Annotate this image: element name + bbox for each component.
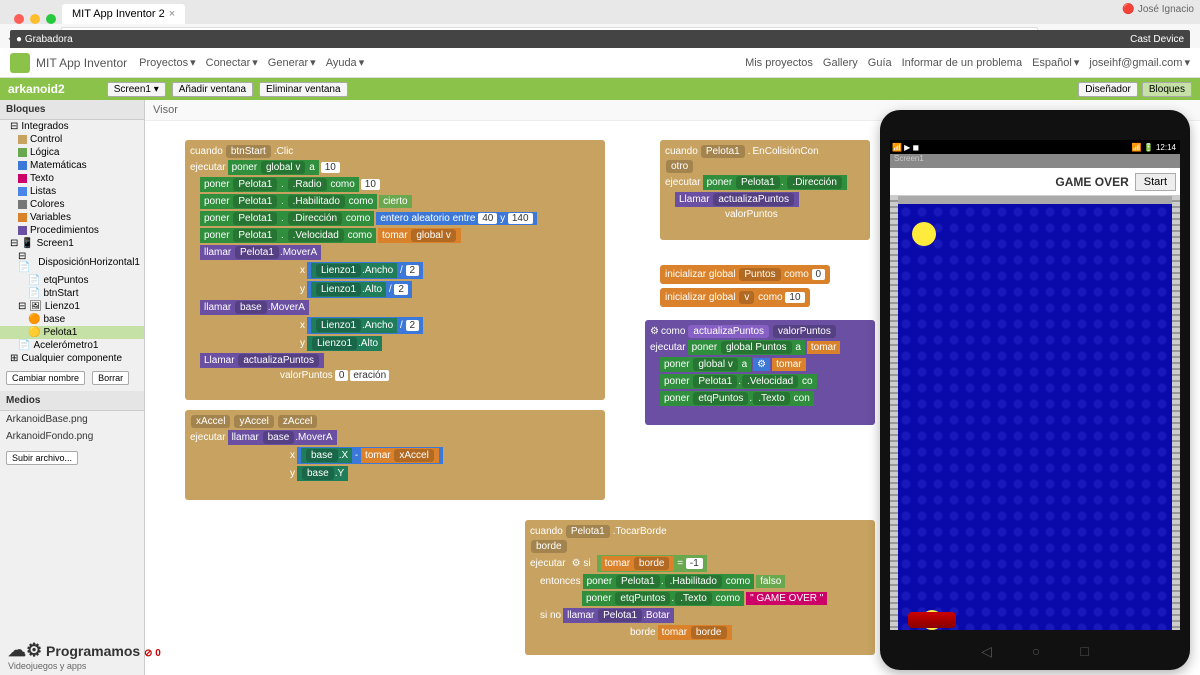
paddle-sprite[interactable] — [908, 612, 956, 628]
tree-screen1[interactable]: ⊟ 📱 Screen1 — [0, 237, 144, 250]
tree-any[interactable]: ⊞ Cualquier componente — [0, 352, 144, 365]
rename-button[interactable]: Cambiar nombre — [6, 371, 85, 385]
media-title: Medios — [0, 391, 144, 411]
blocks-button[interactable]: Bloques — [1142, 82, 1192, 97]
cat-logica[interactable]: Lógica — [0, 146, 144, 159]
sidebar: Bloques ⊟ Integrados Control Lógica Mate… — [0, 100, 145, 675]
menu-generar[interactable]: Generar ▾ — [268, 56, 316, 69]
menu-informar[interactable]: Informar de un problema — [902, 56, 1022, 69]
close-icon[interactable] — [14, 14, 24, 24]
menu-guia[interactable]: Guía — [868, 56, 892, 69]
menu-conectar[interactable]: Conectar ▾ — [206, 56, 258, 69]
game-canvas[interactable] — [890, 196, 1180, 630]
tree-disp[interactable]: ⊟ 📄 DisposiciónHorizontal1 — [0, 250, 144, 274]
right-menus: Mis proyectos Gallery Guía Informar de u… — [745, 56, 1190, 69]
upload-button[interactable]: Subir archivo... — [6, 451, 78, 465]
tree-btn[interactable]: 📄 btnStart — [0, 287, 144, 300]
block-accel[interactable]: xAccel yAccel zAccel ejecutar llamar bas… — [185, 410, 605, 500]
tree-etq[interactable]: 📄 etqPuntos — [0, 274, 144, 287]
app-header: MIT App Inventor Proyectos ▾ Conectar ▾ … — [0, 48, 1200, 78]
tree-integrados[interactable]: ⊟ Integrados — [0, 120, 144, 133]
app-title: MIT App Inventor — [36, 56, 127, 70]
os-user-badge: 🔴 José Ignacio — [1122, 4, 1194, 15]
cat-variables[interactable]: Variables — [0, 211, 144, 224]
cat-listas[interactable]: Listas — [0, 185, 144, 198]
block-tocarborde[interactable]: cuando Pelota1.TocarBorde borde ejecutar… — [525, 520, 875, 655]
phone-frame: 📶 ▶ ◼📶 🔋 12:14 Screen1 GAME OVER Start ◁… — [880, 110, 1190, 670]
block-colision[interactable]: cuando Pelota1.EnColisiónCon otro ejecut… — [660, 140, 870, 240]
remove-screen-button[interactable]: Eliminar ventana — [259, 82, 347, 97]
window-controls[interactable] — [8, 14, 62, 24]
menu-proyectos[interactable]: Proyectos ▾ — [139, 56, 195, 69]
media-item-1[interactable]: ArkanoidBase.png — [0, 411, 144, 428]
project-toolbar: arkanoid2 Screen1 ▾ Añadir ventana Elimi… — [0, 78, 1200, 100]
tab-strip: MIT App Inventor 2 × — [0, 0, 1200, 24]
screen-selector[interactable]: Screen1 ▾ — [107, 82, 166, 97]
block-proc-actualiza[interactable]: ⚙ como actualizaPuntos valorPuntos ejecu… — [645, 320, 875, 425]
back-nav-icon: ◁ — [981, 643, 992, 660]
project-name: arkanoid2 — [8, 82, 65, 96]
tree-base[interactable]: 🟠 base — [0, 313, 144, 326]
browser-tab[interactable]: MIT App Inventor 2 × — [62, 4, 185, 24]
app-logo: MIT App Inventor — [10, 53, 127, 73]
logo-icon — [10, 53, 30, 73]
phone-nav-buttons[interactable]: ◁ ○ □ — [981, 643, 1089, 660]
home-nav-icon: ○ — [1032, 643, 1040, 660]
cat-texto[interactable]: Texto — [0, 172, 144, 185]
sidebar-title: Bloques — [0, 100, 144, 120]
ball-sprite[interactable] — [912, 222, 936, 246]
cat-matematicas[interactable]: Matemáticas — [0, 159, 144, 172]
block-init-v[interactable]: inicializar global v como 10 — [660, 288, 810, 307]
tree-pelota[interactable]: 🟡 Pelota1 — [0, 326, 144, 339]
close-tab-icon[interactable]: × — [169, 8, 175, 20]
phone-header: GAME OVER Start — [890, 168, 1180, 196]
delete-button[interactable]: Borrar — [92, 371, 129, 385]
menu-misproyectos[interactable]: Mis proyectos — [745, 56, 813, 69]
add-screen-button[interactable]: Añadir ventana — [172, 82, 253, 97]
menu-gallery[interactable]: Gallery — [823, 56, 858, 69]
media-item-2[interactable]: ArkanoidFondo.png — [0, 428, 144, 445]
start-button[interactable]: Start — [1135, 173, 1176, 191]
gameover-label: GAME OVER — [1055, 175, 1128, 189]
footer-logo: ☁⚙ Programamos ⊘ 0 Videojuegos y apps — [8, 640, 161, 671]
recents-nav-icon: □ — [1080, 643, 1088, 660]
menu-email[interactable]: joseihf@gmail.com ▾ — [1089, 56, 1190, 69]
block-btnstart-clic[interactable]: cuando btnStart.Clic ejecutar poner glob… — [185, 140, 605, 400]
tree-lienzo[interactable]: ⊟ 🖼 Lienzo1 — [0, 300, 144, 313]
cat-colores[interactable]: Colores — [0, 198, 144, 211]
menu-ayuda[interactable]: Ayuda ▾ — [326, 56, 365, 69]
cat-control[interactable]: Control — [0, 133, 144, 146]
phone-appbar: Screen1 — [890, 154, 1180, 168]
main-menus: Proyectos ▾ Conectar ▾ Generar ▾ Ayuda ▾ — [139, 56, 364, 69]
phone-screen: 📶 ▶ ◼📶 🔋 12:14 Screen1 GAME OVER Start — [890, 140, 1180, 630]
designer-button[interactable]: Diseñador — [1078, 82, 1138, 97]
tab-title: MIT App Inventor 2 — [72, 8, 165, 20]
tree-accel[interactable]: 📄 Acelerómetro1 — [0, 339, 144, 352]
cast-bar: ● Grabadora Cast Device — [10, 30, 1190, 48]
minimize-icon[interactable] — [30, 14, 40, 24]
maximize-icon[interactable] — [46, 14, 56, 24]
phone-statusbar: 📶 ▶ ◼📶 🔋 12:14 — [890, 140, 1180, 154]
cat-procedimientos[interactable]: Procedimientos — [0, 224, 144, 237]
block-init-puntos[interactable]: inicializar global Puntos como 0 — [660, 265, 830, 284]
menu-idioma[interactable]: Español ▾ — [1032, 56, 1079, 69]
